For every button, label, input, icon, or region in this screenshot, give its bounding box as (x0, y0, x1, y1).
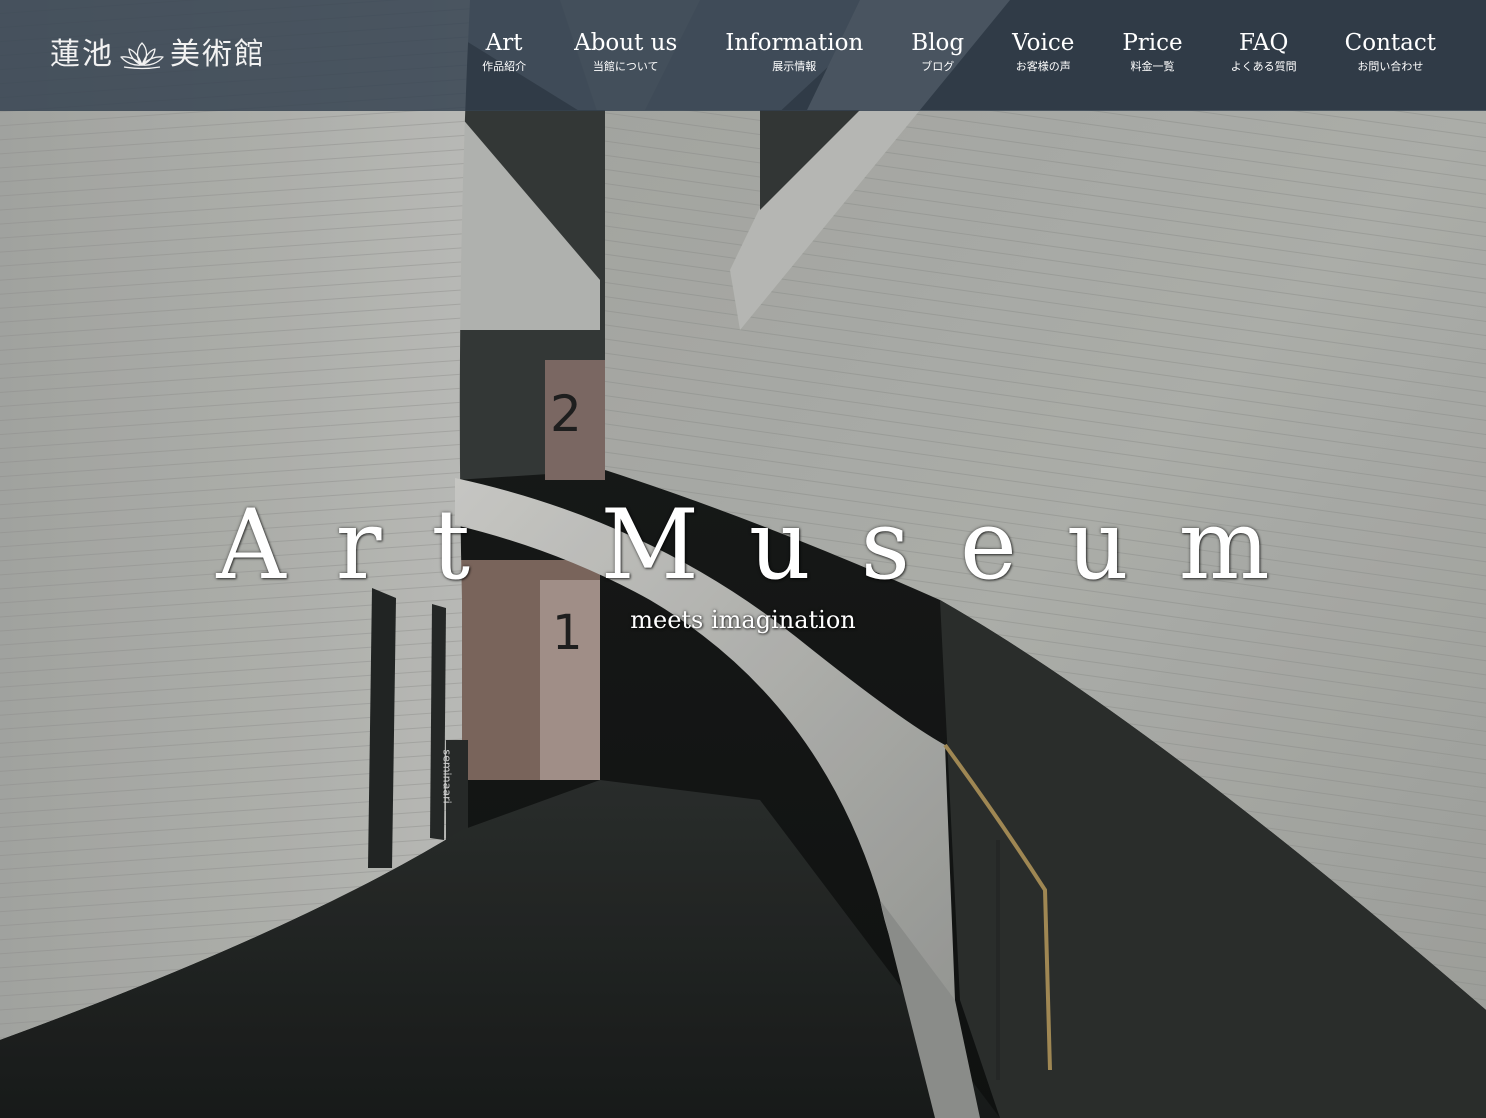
nav-item-art[interactable]: Art 作品紹介 (458, 28, 550, 75)
nav-label-en: Voice (1012, 30, 1075, 56)
nav-label-ja: お問い合わせ (1357, 60, 1424, 73)
nav-label-en: FAQ (1238, 30, 1289, 56)
nav-label-ja: ブログ (921, 60, 955, 73)
site-header: 蓮池 美術館 Art 作品紹介 About us 当館について Informat… (0, 0, 1486, 111)
seminaari-sign: seminaari (440, 749, 454, 804)
nav-label-ja: 展示情報 (772, 60, 817, 73)
nav-label-ja: 料金一覧 (1130, 60, 1175, 73)
nav-label-ja: よくある質問 (1230, 60, 1297, 73)
main-nav: Art 作品紹介 About us 当館について Information 展示情… (458, 28, 1486, 88)
floor-sign-2: 2 (550, 385, 582, 443)
nav-item-voice[interactable]: Voice お客様の声 (988, 28, 1098, 75)
site-logo[interactable]: 蓮池 美術館 (50, 34, 266, 76)
nav-item-blog[interactable]: Blog ブログ (887, 28, 988, 75)
nav-label-en: About us (574, 30, 678, 56)
logo-text-left: 蓮池 (50, 37, 114, 72)
lotus-icon (120, 42, 164, 70)
nav-item-about-us[interactable]: About us 当館について (550, 28, 701, 75)
nav-label-ja: 当館について (592, 60, 659, 73)
nav-item-information[interactable]: Information 展示情報 (701, 28, 887, 75)
nav-item-faq[interactable]: FAQ よくある質問 (1207, 28, 1321, 75)
nav-label-ja: お客様の声 (1015, 60, 1071, 73)
nav-item-contact[interactable]: Contact お問い合わせ (1321, 28, 1486, 75)
logo-text-right: 美術館 (170, 37, 266, 72)
nav-label-en: Art (485, 30, 523, 56)
nav-label-en: Blog (911, 30, 965, 56)
nav-label-en: Information (725, 30, 864, 56)
nav-label-en: Price (1122, 30, 1183, 56)
nav-label-en: Contact (1344, 30, 1436, 56)
nav-label-ja: 作品紹介 (482, 60, 527, 73)
nav-item-price[interactable]: Price 料金一覧 (1098, 28, 1206, 75)
hero-subtitle: meets imagination (630, 606, 856, 634)
hero-title: Art Museum (216, 489, 1320, 601)
